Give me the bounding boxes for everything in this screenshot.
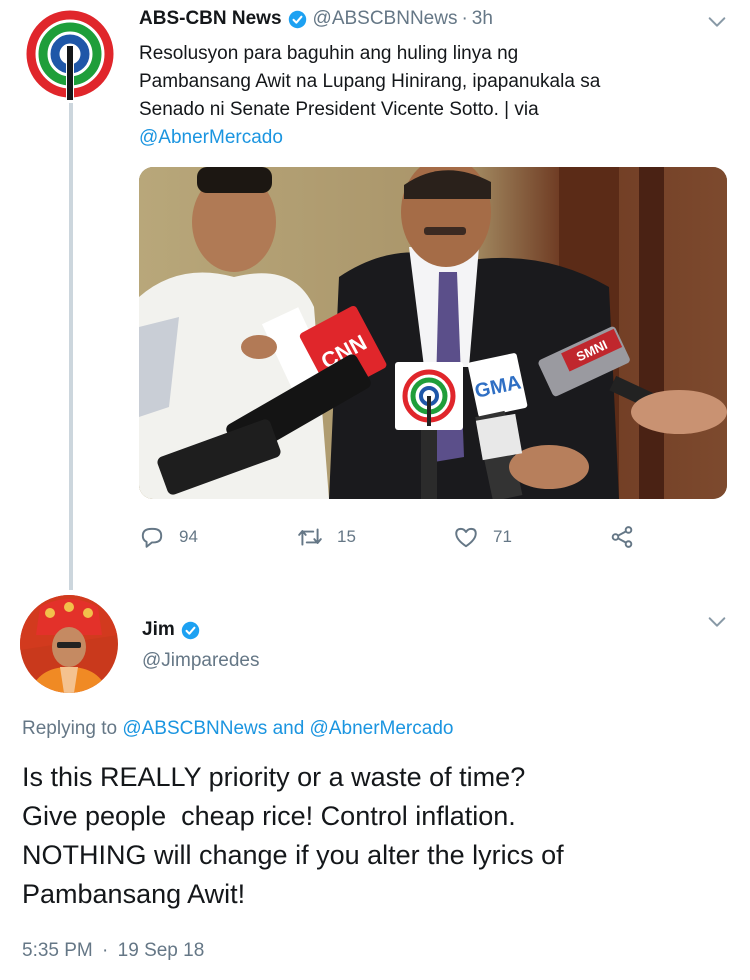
author-name[interactable]: Jim xyxy=(142,619,175,641)
like-count: 71 xyxy=(493,527,512,546)
jim-avatar-image xyxy=(20,595,118,693)
press-scrum-image: CNN GMA SMNI xyxy=(139,167,727,499)
jim-avatar[interactable] xyxy=(20,595,118,693)
tweet-time: 5:35 PM xyxy=(22,940,93,961)
tweet-text-line: Pambansang Awit! xyxy=(22,879,246,909)
tweet-text-line: Is this REALLY priority or a waste of ti… xyxy=(22,762,526,792)
like-button[interactable]: 71 xyxy=(453,522,512,552)
tweet-actions: 94 15 71 xyxy=(139,522,659,552)
tweet-text-line: Senado ni Senate President Vicente Sotto… xyxy=(139,99,539,120)
separator-dot: · xyxy=(102,940,109,961)
author-handle[interactable]: @Jimparedes xyxy=(142,650,260,672)
reply-button[interactable]: 94 xyxy=(139,522,198,552)
replying-to-line: Replying to @ABSCBNNews and @AbnerMercad… xyxy=(22,718,453,740)
tweet-header: Jim xyxy=(142,617,206,643)
tweet-text-line: Resolusyon para baguhin ang huling linya… xyxy=(139,43,519,64)
tweet-text-line: Pambansang Awit na Lupang Hinirang, ipap… xyxy=(139,71,601,92)
tweet-text: Is this REALLY priority or a waste of ti… xyxy=(22,758,732,914)
separator-dot: · xyxy=(461,8,468,29)
verified-icon xyxy=(288,10,306,28)
tweet-text-line: NOTHING will change if you alter the lyr… xyxy=(22,840,564,870)
abscbn-avatar[interactable] xyxy=(22,6,118,102)
chevron-down-icon[interactable] xyxy=(706,11,728,33)
share-button[interactable] xyxy=(609,522,649,552)
reply-count: 94 xyxy=(179,527,198,546)
like-icon xyxy=(455,527,477,548)
retweet-button[interactable]: 15 xyxy=(297,522,356,552)
tweet-text-line: Give people cheap rice! Control inflatio… xyxy=(22,801,516,831)
tweet-time[interactable]: 3h xyxy=(472,8,493,30)
reply-mention-abner[interactable]: @AbnerMercado xyxy=(310,718,454,739)
mention-link[interactable]: @AbnerMercado xyxy=(139,127,283,148)
reply-and-label: and xyxy=(272,718,305,739)
chevron-down-icon[interactable] xyxy=(706,611,728,633)
tweet-date: 19 Sep 18 xyxy=(117,940,205,961)
reply-mention-abscbn[interactable]: @ABSCBNNews xyxy=(122,718,267,739)
reply-icon xyxy=(141,527,163,548)
replying-to-label: Replying to xyxy=(22,718,118,739)
author-handle[interactable]: @ABSCBNNews xyxy=(313,8,458,30)
tweet-text: Resolusyon para baguhin ang huling linya… xyxy=(139,40,729,152)
author-name[interactable]: ABS-CBN News xyxy=(139,8,282,30)
abscbn-logo-icon xyxy=(25,9,115,100)
retweet-count: 15 xyxy=(337,527,356,546)
tweet-photo[interactable]: CNN GMA SMNI xyxy=(139,167,727,499)
retweet-icon xyxy=(298,528,322,546)
thread-connector-line xyxy=(69,103,73,590)
verified-icon xyxy=(181,621,199,639)
tweet-header: ABS-CBN News @ABSCBNNews · 3h xyxy=(139,6,493,32)
share-icon xyxy=(611,526,633,548)
tweet-timestamp[interactable]: 5:35 PM · 19 Sep 18 xyxy=(22,940,204,962)
